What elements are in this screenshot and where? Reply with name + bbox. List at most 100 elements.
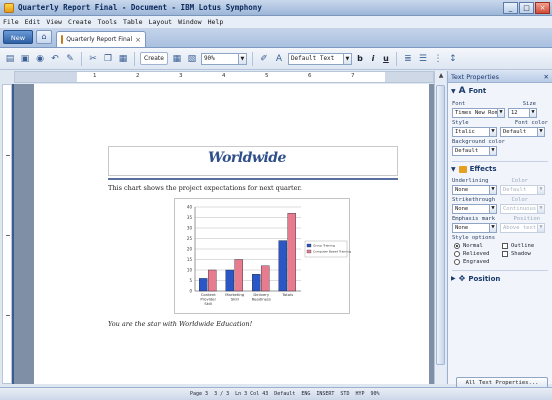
new-button[interactable]: New bbox=[3, 30, 33, 44]
font-color-icon[interactable]: A bbox=[273, 53, 285, 65]
menu-edit[interactable]: Edit bbox=[25, 18, 41, 26]
outline-checkbox[interactable] bbox=[502, 243, 508, 249]
status-std[interactable]: STD bbox=[340, 391, 349, 397]
position-icon: ✥ bbox=[458, 274, 466, 283]
font-color-select[interactable]: Default ▼ bbox=[500, 127, 545, 137]
strikethrough-select[interactable]: None ▼ bbox=[452, 204, 497, 214]
underline-button[interactable]: u bbox=[381, 54, 391, 63]
menu-view[interactable]: View bbox=[46, 18, 62, 26]
align-icon[interactable]: ≣ bbox=[402, 53, 414, 65]
chart-container[interactable]: 0 5 10 15 20 25 30 35 40 Content Provider Skill Mark… bbox=[174, 198, 351, 314]
paste-icon[interactable]: ▦ bbox=[117, 53, 129, 65]
status-insert[interactable]: INSERT bbox=[316, 391, 334, 397]
toolbar-separator bbox=[134, 51, 135, 66]
menu-table[interactable]: Table bbox=[123, 18, 143, 26]
emphasis-mark-select[interactable]: None ▼ bbox=[452, 223, 497, 233]
ruler-tick bbox=[6, 315, 10, 316]
close-button[interactable]: × bbox=[535, 2, 550, 14]
tab-quarterly-report[interactable]: Quarterly Report Final × bbox=[56, 31, 146, 47]
menu-help[interactable]: Help bbox=[208, 18, 224, 26]
background-color-value: Default bbox=[452, 146, 490, 156]
strikethrough-color-select[interactable]: Continuous ▼ bbox=[500, 204, 545, 214]
menu-tools[interactable]: Tools bbox=[97, 18, 117, 26]
save-icon[interactable]: ▣ bbox=[19, 53, 31, 65]
emphasis-position-value: Above text bbox=[500, 223, 538, 233]
font-select[interactable]: Times New Roma ▼ bbox=[452, 108, 505, 118]
scroll-up-icon[interactable]: ▲ bbox=[435, 71, 447, 81]
normal-radio[interactable] bbox=[454, 243, 460, 249]
chevron-down-icon: ▼ bbox=[490, 185, 497, 195]
toolbar-separator bbox=[251, 51, 253, 66]
zoom-select[interactable]: 90% ▼ bbox=[200, 52, 247, 65]
create-button[interactable]: Create bbox=[140, 52, 168, 65]
document-page[interactable]: Worldwide This chart shows the project e… bbox=[34, 84, 429, 384]
home-icon[interactable]: ⌂ bbox=[36, 30, 52, 44]
italic-button[interactable]: i bbox=[368, 54, 378, 63]
underlining-select[interactable]: None ▼ bbox=[452, 185, 497, 195]
emphasis-position-label: Position bbox=[513, 216, 541, 222]
tab-close-icon[interactable]: × bbox=[135, 36, 141, 44]
relieved-radio[interactable] bbox=[454, 251, 460, 257]
bold-button[interactable]: b bbox=[355, 54, 365, 63]
status-zoom[interactable]: 90% bbox=[370, 391, 379, 397]
normal-label: Normal bbox=[463, 243, 483, 249]
paragraph-style-select[interactable]: Default Text ▼ bbox=[287, 52, 352, 65]
style-label: Style bbox=[452, 120, 469, 126]
panel-title: Text Properties bbox=[451, 72, 500, 81]
numbering-icon[interactable]: ⋮ bbox=[432, 53, 444, 65]
menu-file[interactable]: File bbox=[3, 18, 19, 26]
bar-chart: 0510152025303540ContentProviderSkillMark… bbox=[187, 205, 351, 307]
image-icon[interactable]: ▧ bbox=[186, 53, 198, 65]
chevron-down-icon: ▼ bbox=[538, 204, 545, 214]
bar bbox=[208, 269, 217, 292]
menu-layout[interactable]: Layout bbox=[149, 18, 172, 26]
chevron-down-icon: ▼ bbox=[538, 127, 545, 137]
bullets-icon[interactable]: ☰ bbox=[417, 53, 429, 65]
spacing-icon[interactable]: ↕ bbox=[447, 53, 459, 65]
background-color-select[interactable]: Default ▼ bbox=[452, 146, 497, 156]
font-icon: A bbox=[458, 86, 466, 96]
engraved-radio[interactable] bbox=[454, 259, 460, 265]
size-select[interactable]: 12 ▼ bbox=[508, 108, 537, 118]
horizontal-ruler[interactable]: 1 2 3 4 5 6 7 bbox=[14, 71, 434, 83]
table-icon[interactable]: ▦ bbox=[171, 53, 183, 65]
font-section-header[interactable]: ▼ A Font bbox=[448, 83, 552, 99]
bar bbox=[252, 273, 261, 292]
legend-swatch bbox=[306, 249, 312, 254]
shadow-checkbox[interactable] bbox=[502, 251, 508, 257]
maximize-button[interactable]: □ bbox=[519, 2, 534, 14]
window-title: Quarterly Report Final - Document - IBM … bbox=[18, 3, 262, 12]
status-bar: Page 3 3 / 3 Ln 3 Col 43 Default ENG INS… bbox=[0, 387, 552, 400]
minimize-button[interactable]: _ bbox=[503, 2, 518, 14]
effects-section-header[interactable]: ▼ Effects bbox=[448, 162, 552, 176]
open-icon[interactable]: ▤ bbox=[4, 53, 16, 65]
menu-window[interactable]: Window bbox=[178, 18, 201, 26]
font-style-select[interactable]: Italic ▼ bbox=[452, 127, 497, 137]
web-icon[interactable]: ◉ bbox=[34, 53, 46, 65]
menu-create[interactable]: Create bbox=[68, 18, 91, 26]
app-icon bbox=[4, 2, 14, 13]
cut-icon[interactable]: ✂ bbox=[87, 53, 99, 65]
collapse-icon: ▼ bbox=[451, 87, 456, 95]
scroll-thumb[interactable] bbox=[436, 85, 445, 365]
vertical-scrollbar[interactable]: ▲ bbox=[434, 71, 446, 384]
copy-icon[interactable]: ❐ bbox=[102, 53, 114, 65]
effects-section-title: Effects bbox=[469, 165, 497, 173]
edit-icon[interactable]: ✎ bbox=[64, 53, 76, 65]
strikethrough-color-label: Color bbox=[511, 197, 528, 203]
panel-close-icon[interactable]: ✕ bbox=[544, 73, 549, 81]
brush-icon[interactable]: ✐ bbox=[258, 53, 270, 65]
undo-icon[interactable]: ↶ bbox=[49, 53, 61, 65]
y-tick-label: 15 bbox=[187, 257, 193, 262]
vertical-ruler[interactable] bbox=[2, 84, 12, 384]
chevron-down-icon: ▼ bbox=[490, 223, 497, 233]
y-tick-label: 30 bbox=[187, 226, 193, 231]
underline-color-select[interactable]: Default ▼ bbox=[500, 185, 545, 195]
window-controls: _ □ × bbox=[503, 2, 550, 14]
emphasis-position-select[interactable]: Above text ▼ bbox=[500, 223, 545, 233]
chevron-down-icon: ▼ bbox=[538, 223, 545, 233]
status-hyp[interactable]: HYP bbox=[355, 391, 364, 397]
bar bbox=[287, 213, 296, 292]
font-value: Times New Roma bbox=[452, 108, 498, 118]
position-section-header[interactable]: ▶ ✥ Position bbox=[448, 271, 552, 286]
